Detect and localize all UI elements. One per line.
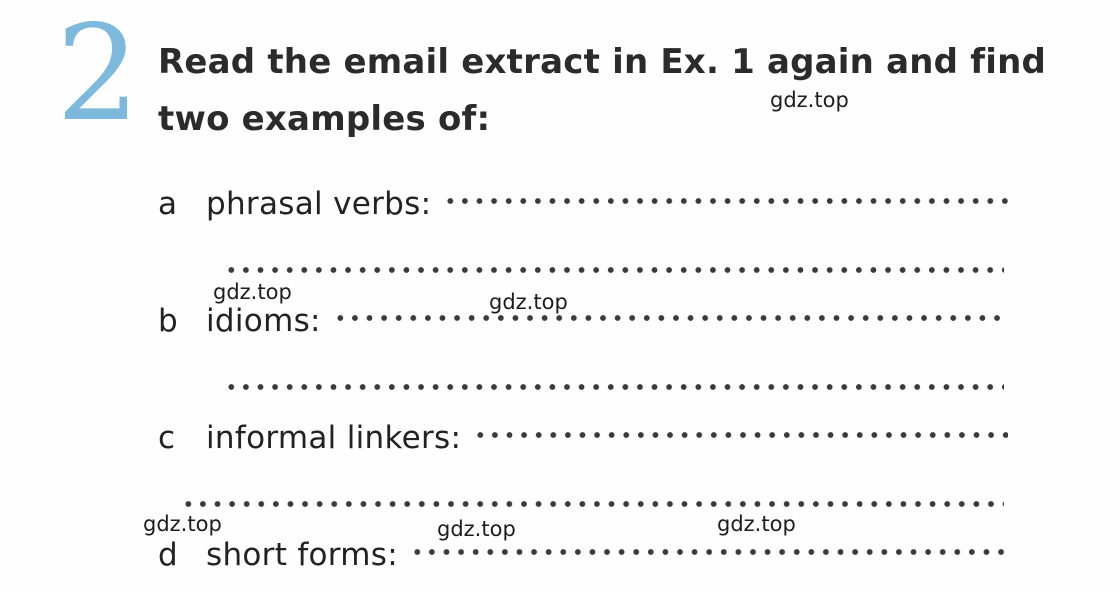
answer-line-d-1[interactable] (414, 544, 1008, 560)
item-label-c: informal linkers: (206, 420, 462, 456)
answer-item-c: c informal linkers: (158, 420, 1008, 464)
answer-line-a-1[interactable] (447, 193, 1008, 209)
item-label-a: phrasal verbs: (206, 186, 432, 222)
item-letter-a: a (158, 186, 177, 222)
answer-item-a: a phrasal verbs: (158, 186, 1008, 230)
watermark-5: gdz.top (437, 517, 516, 541)
answer-line-c-2[interactable] (185, 498, 1004, 510)
answer-line-a-2[interactable] (228, 264, 1004, 276)
watermark-2: gdz.top (213, 280, 292, 304)
item-label-b: idioms: (206, 303, 321, 339)
item-label-d: short forms: (206, 537, 398, 573)
answer-item-d: d short forms: (158, 537, 1008, 581)
item-letter-b: b (158, 303, 178, 339)
answer-line-b-2[interactable] (228, 381, 1004, 393)
item-letter-c: c (158, 420, 176, 456)
watermark-4: gdz.top (143, 512, 222, 536)
item-letter-d: d (158, 537, 178, 573)
answer-line-b-1[interactable] (336, 310, 1008, 326)
answer-item-b: b idioms: (158, 303, 1008, 347)
watermark-6: gdz.top (717, 512, 796, 536)
answer-line-c-1[interactable] (477, 427, 1008, 443)
watermark-3: gdz.top (489, 290, 568, 314)
worksheet-page: 2 Read the email extract in Ex. 1 again … (0, 0, 1120, 591)
watermark-1: gdz.top (770, 88, 849, 112)
